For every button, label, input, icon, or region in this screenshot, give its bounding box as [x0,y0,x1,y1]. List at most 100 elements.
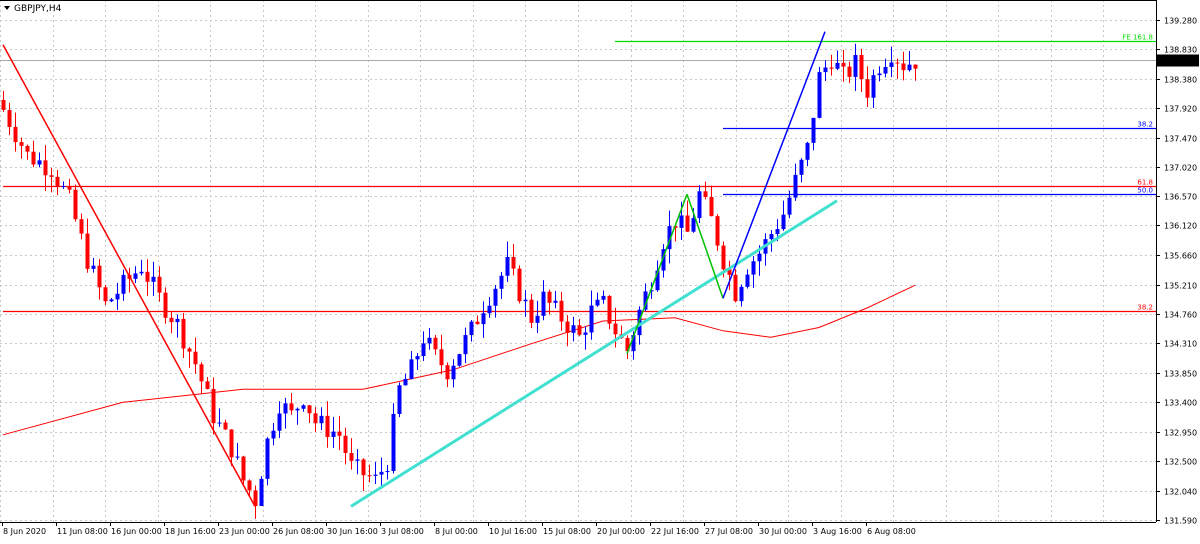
candle-body [835,62,840,69]
candle-body [913,64,918,69]
candle-body [265,438,270,479]
candle-body [73,189,78,220]
candle-body [805,142,810,160]
candle-body [325,415,330,437]
candle-body [121,274,126,294]
candle-body [163,292,168,318]
time-tick-label: 3 Aug 16:00 [813,527,862,536]
candle-body [241,456,246,481]
price-tick-label: 137.920 [1164,105,1197,114]
candle-body [61,186,66,188]
candle-body [577,325,582,335]
candle-body [115,293,120,300]
price-scale: 139.280 138.830 138.380 137.920 137.470 137.0… [1156,17,1197,526]
price-tick-label: 131.590 [1164,517,1197,526]
candle-body [1,99,6,110]
candle-body [517,268,522,302]
candle-body [457,354,462,366]
candle-body [505,256,510,276]
candle-body [739,286,744,302]
candle-body [409,359,414,379]
candle-body [895,62,900,64]
time-scale: 8 Jun 2020 11 Jun 08:00 16 Jun 00:00 18 Jun… [2,522,916,536]
candle-body [793,174,798,198]
candle-body [745,274,750,287]
time-tick-label: 27 Jul 08:00 [705,527,753,536]
price-chart[interactable]: FE 161.838.261.850.038.2 139.280138.8301… [0,0,1200,540]
candle-body [499,275,504,289]
time-tick-label: 23 Jun 00:00 [219,527,270,536]
price-tick-label: 135.660 [1164,252,1197,261]
candle-body [277,413,282,431]
candle-body [811,117,816,143]
candle-body [319,415,324,424]
candle-body [55,176,60,187]
candle-body [565,321,570,333]
candle-body [733,274,738,302]
candle-body [361,459,366,476]
time-tick-label: 10 Jul 16:00 [489,527,537,536]
candle-body [463,335,468,355]
candle-body [187,348,192,352]
candle-body [781,214,786,230]
candle-body [331,431,336,437]
price-tick-label: 137.470 [1164,135,1197,144]
time-tick-label: 16 Jun 00:00 [111,527,162,536]
candle-body [799,159,804,175]
candle-body [541,291,546,316]
candle-body [79,219,84,234]
candle-body [313,413,318,424]
price-tick-label: 133.850 [1164,370,1197,379]
candle-body [691,218,696,232]
candle-body [271,430,276,439]
candle-body [685,215,690,232]
fibo-level-label: 38.2 [1137,121,1153,129]
time-tick-label: 22 Jul 16:00 [651,527,699,536]
candle-body [451,365,456,380]
candle-body [25,145,30,152]
candle-body [469,321,474,336]
candle-body [859,54,864,80]
candle-body [193,351,198,365]
candle-body [607,295,612,324]
candle-body [229,429,234,458]
candle-body [373,474,378,476]
time-tick-label: 8 Jul 00:00 [435,527,478,536]
time-tick-label: 30 Jul 00:00 [759,527,807,536]
time-tick-label: 3 Jul 08:00 [381,527,424,536]
candle-body [595,299,600,306]
candle-body [169,317,174,323]
candle-body [775,229,780,235]
candle-body [535,315,540,323]
candle-body [523,299,528,302]
candle-body [877,73,882,76]
candle-body [481,313,486,325]
price-tick-label: 137.020 [1164,164,1197,173]
fibo-level-label: 61.8 [1137,179,1153,187]
candle-body [679,215,684,228]
candle-body [487,305,492,314]
candle-body [37,160,42,165]
candle-body [841,62,846,67]
time-tick-label: 18 Jun 16:00 [165,527,216,536]
candle-body [403,378,408,386]
price-tick-label: 136.120 [1164,222,1197,231]
candle-body [697,191,702,219]
candle-body [757,253,762,262]
candle-body [553,300,558,303]
chart-window[interactable]: FE 161.8 38.2 61.8 50.0 38.2 139.280 138.830 1… [0,0,1200,540]
current-price-label: 138.665 [1161,57,1194,66]
candle-body [511,256,516,269]
candle-body [421,343,426,357]
candle-body [547,291,552,303]
price-tick-label: 134.760 [1164,311,1197,320]
fibo-level-label: FE 161.8 [1122,34,1153,42]
candle-body [601,295,606,300]
candle-body [307,405,312,414]
candle-body [391,413,396,472]
candle-body [19,142,24,146]
price-tick-label: 133.400 [1164,399,1197,408]
candle-body [283,403,288,414]
candle-body [883,67,888,74]
candle-body [247,480,252,491]
